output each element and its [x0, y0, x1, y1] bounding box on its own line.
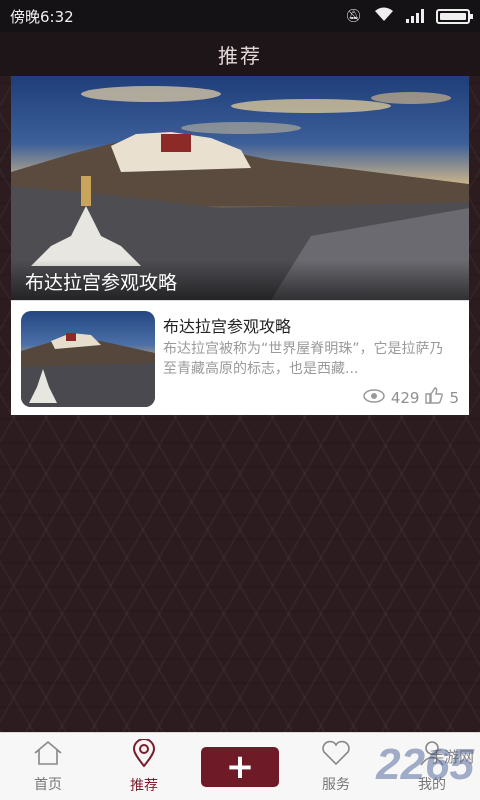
status-icons: 🔕︎ [345, 7, 473, 26]
view-count: 429 [390, 388, 420, 407]
tab-recommend[interactable]: 推荐 [96, 733, 192, 800]
featured-caption: 布达拉宫参观攻略 [11, 260, 469, 300]
page-title: 推荐 [218, 43, 262, 68]
plus-icon: + [225, 746, 255, 787]
status-bar: 傍晚6:32 🔕︎ [0, 0, 480, 32]
article-stats: 429 5 [363, 387, 459, 408]
tab-service-label: 服务 [322, 776, 350, 793]
home-icon [33, 740, 63, 770]
signal-icon [406, 9, 424, 23]
content-area[interactable]: 布达拉宫参观攻略 布达拉宫参观攻略 布达拉宫被称为“世界屋脊明珠”，它是拉萨乃至… [0, 76, 480, 732]
eye-icon [363, 388, 385, 407]
wifi-icon [374, 7, 394, 26]
add-button[interactable]: + [201, 746, 279, 787]
article-title: 布达拉宫参观攻略 [163, 317, 292, 336]
watermark-site: 手游网 [428, 749, 474, 766]
tab-recommend-label: 推荐 [130, 777, 158, 794]
battery-icon [436, 8, 473, 24]
tab-home[interactable]: 首页 [0, 733, 96, 800]
status-time: 傍晚6:32 [10, 7, 74, 26]
article-thumbnail [21, 311, 155, 407]
tab-service[interactable]: 服务 [288, 733, 384, 800]
page-title-bar: 推荐 [0, 32, 480, 76]
like-count: 5 [449, 388, 459, 407]
article-summary: 布达拉宫被称为“世界屋脊明珠”，它是拉萨乃至青藏高原的标志，也是西藏... [163, 341, 444, 377]
site-watermark: 2265 手游网 [376, 740, 474, 796]
tab-add[interactable]: + [192, 733, 288, 800]
location-pin-icon [132, 737, 156, 771]
thumbs-up-icon[interactable] [425, 387, 444, 408]
tab-home-label: 首页 [34, 776, 62, 793]
article-card[interactable]: 布达拉宫参观攻略 布达拉宫被称为“世界屋脊明珠”，它是拉萨乃至青藏高原的标志，也… [11, 300, 469, 415]
heart-icon [321, 740, 351, 770]
silent-icon: 🔕︎ [345, 8, 362, 24]
featured-banner[interactable]: 布达拉宫参观攻略 [11, 76, 469, 300]
